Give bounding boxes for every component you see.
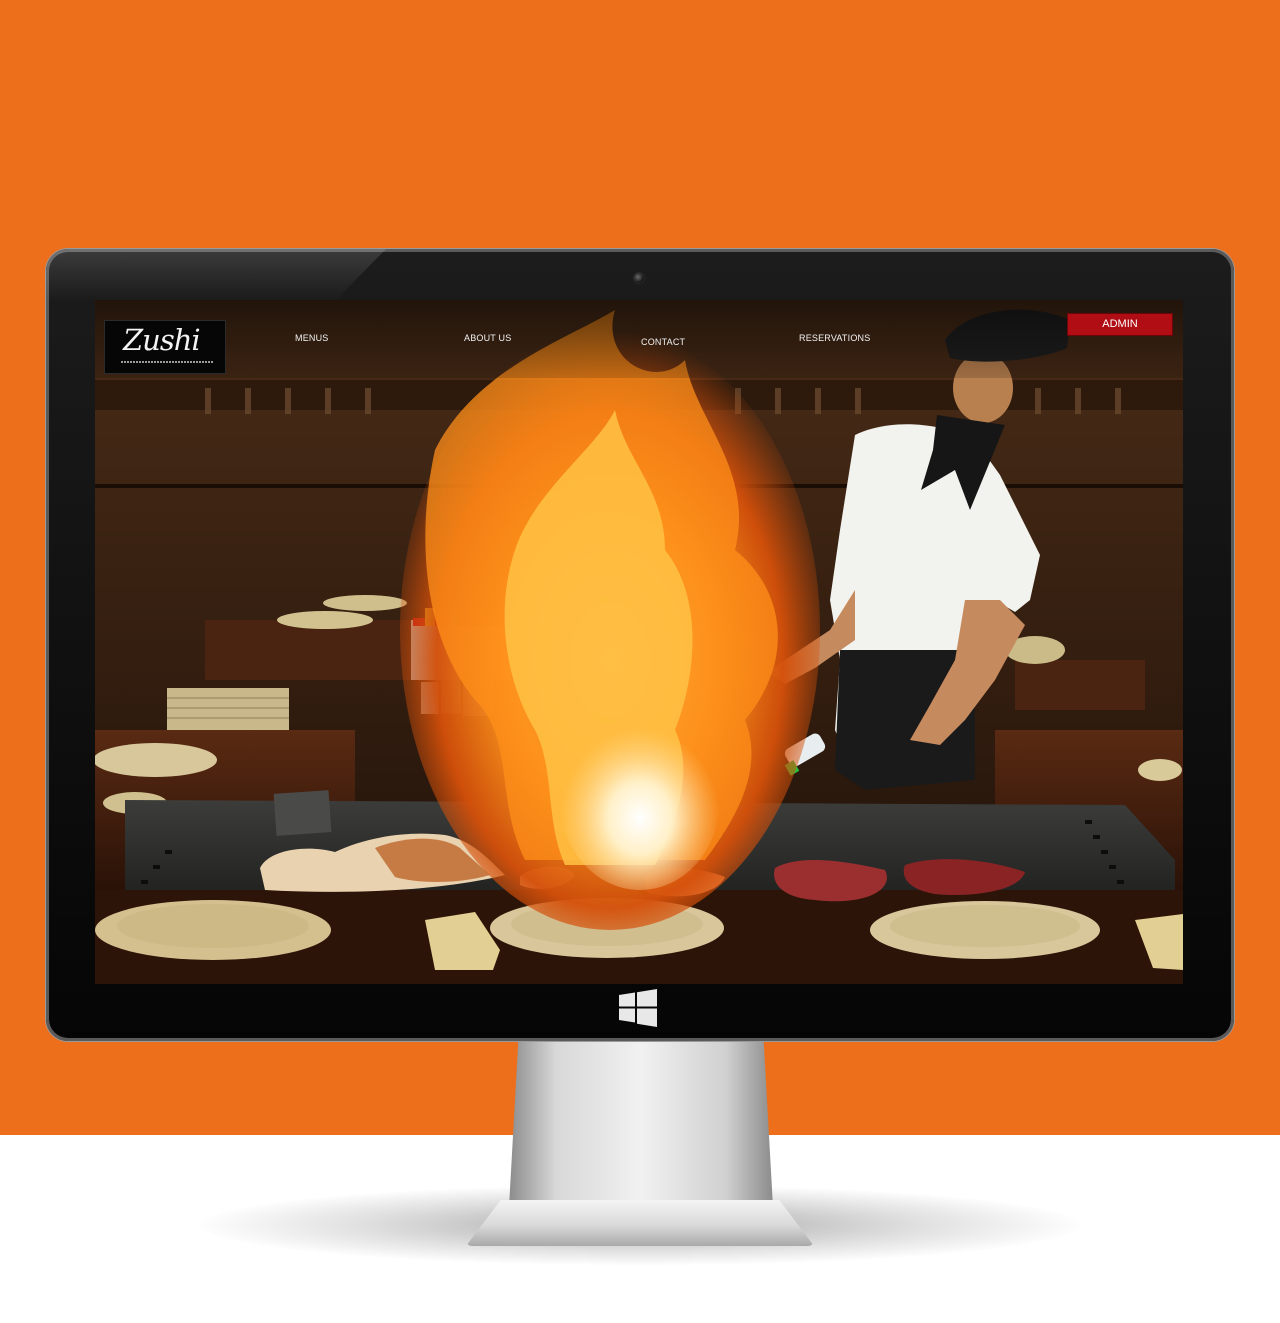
webcam	[633, 272, 645, 284]
hero-image	[95, 300, 1183, 984]
site-navigation: Zushi MENUS ABOUT US CONTACT RESERVATION…	[95, 300, 1183, 378]
nav-contact[interactable]: CONTACT	[641, 337, 685, 347]
monitor-stand-base	[466, 1200, 814, 1246]
nav-reservations[interactable]: RESERVATIONS	[799, 333, 870, 343]
site-logo[interactable]: Zushi	[104, 320, 226, 374]
nav-about-us[interactable]: ABOUT US	[464, 333, 511, 343]
monitor-stand	[508, 1035, 774, 1225]
logo-tagline	[121, 361, 213, 363]
admin-button[interactable]: ADMIN	[1067, 313, 1173, 336]
website-screen: Zushi MENUS ABOUT US CONTACT RESERVATION…	[95, 300, 1183, 984]
logo-wordmark: Zushi	[123, 323, 201, 357]
nav-menus[interactable]: MENUS	[295, 333, 329, 343]
monitor-gloss	[46, 249, 386, 301]
windows-logo-icon	[617, 989, 659, 1027]
